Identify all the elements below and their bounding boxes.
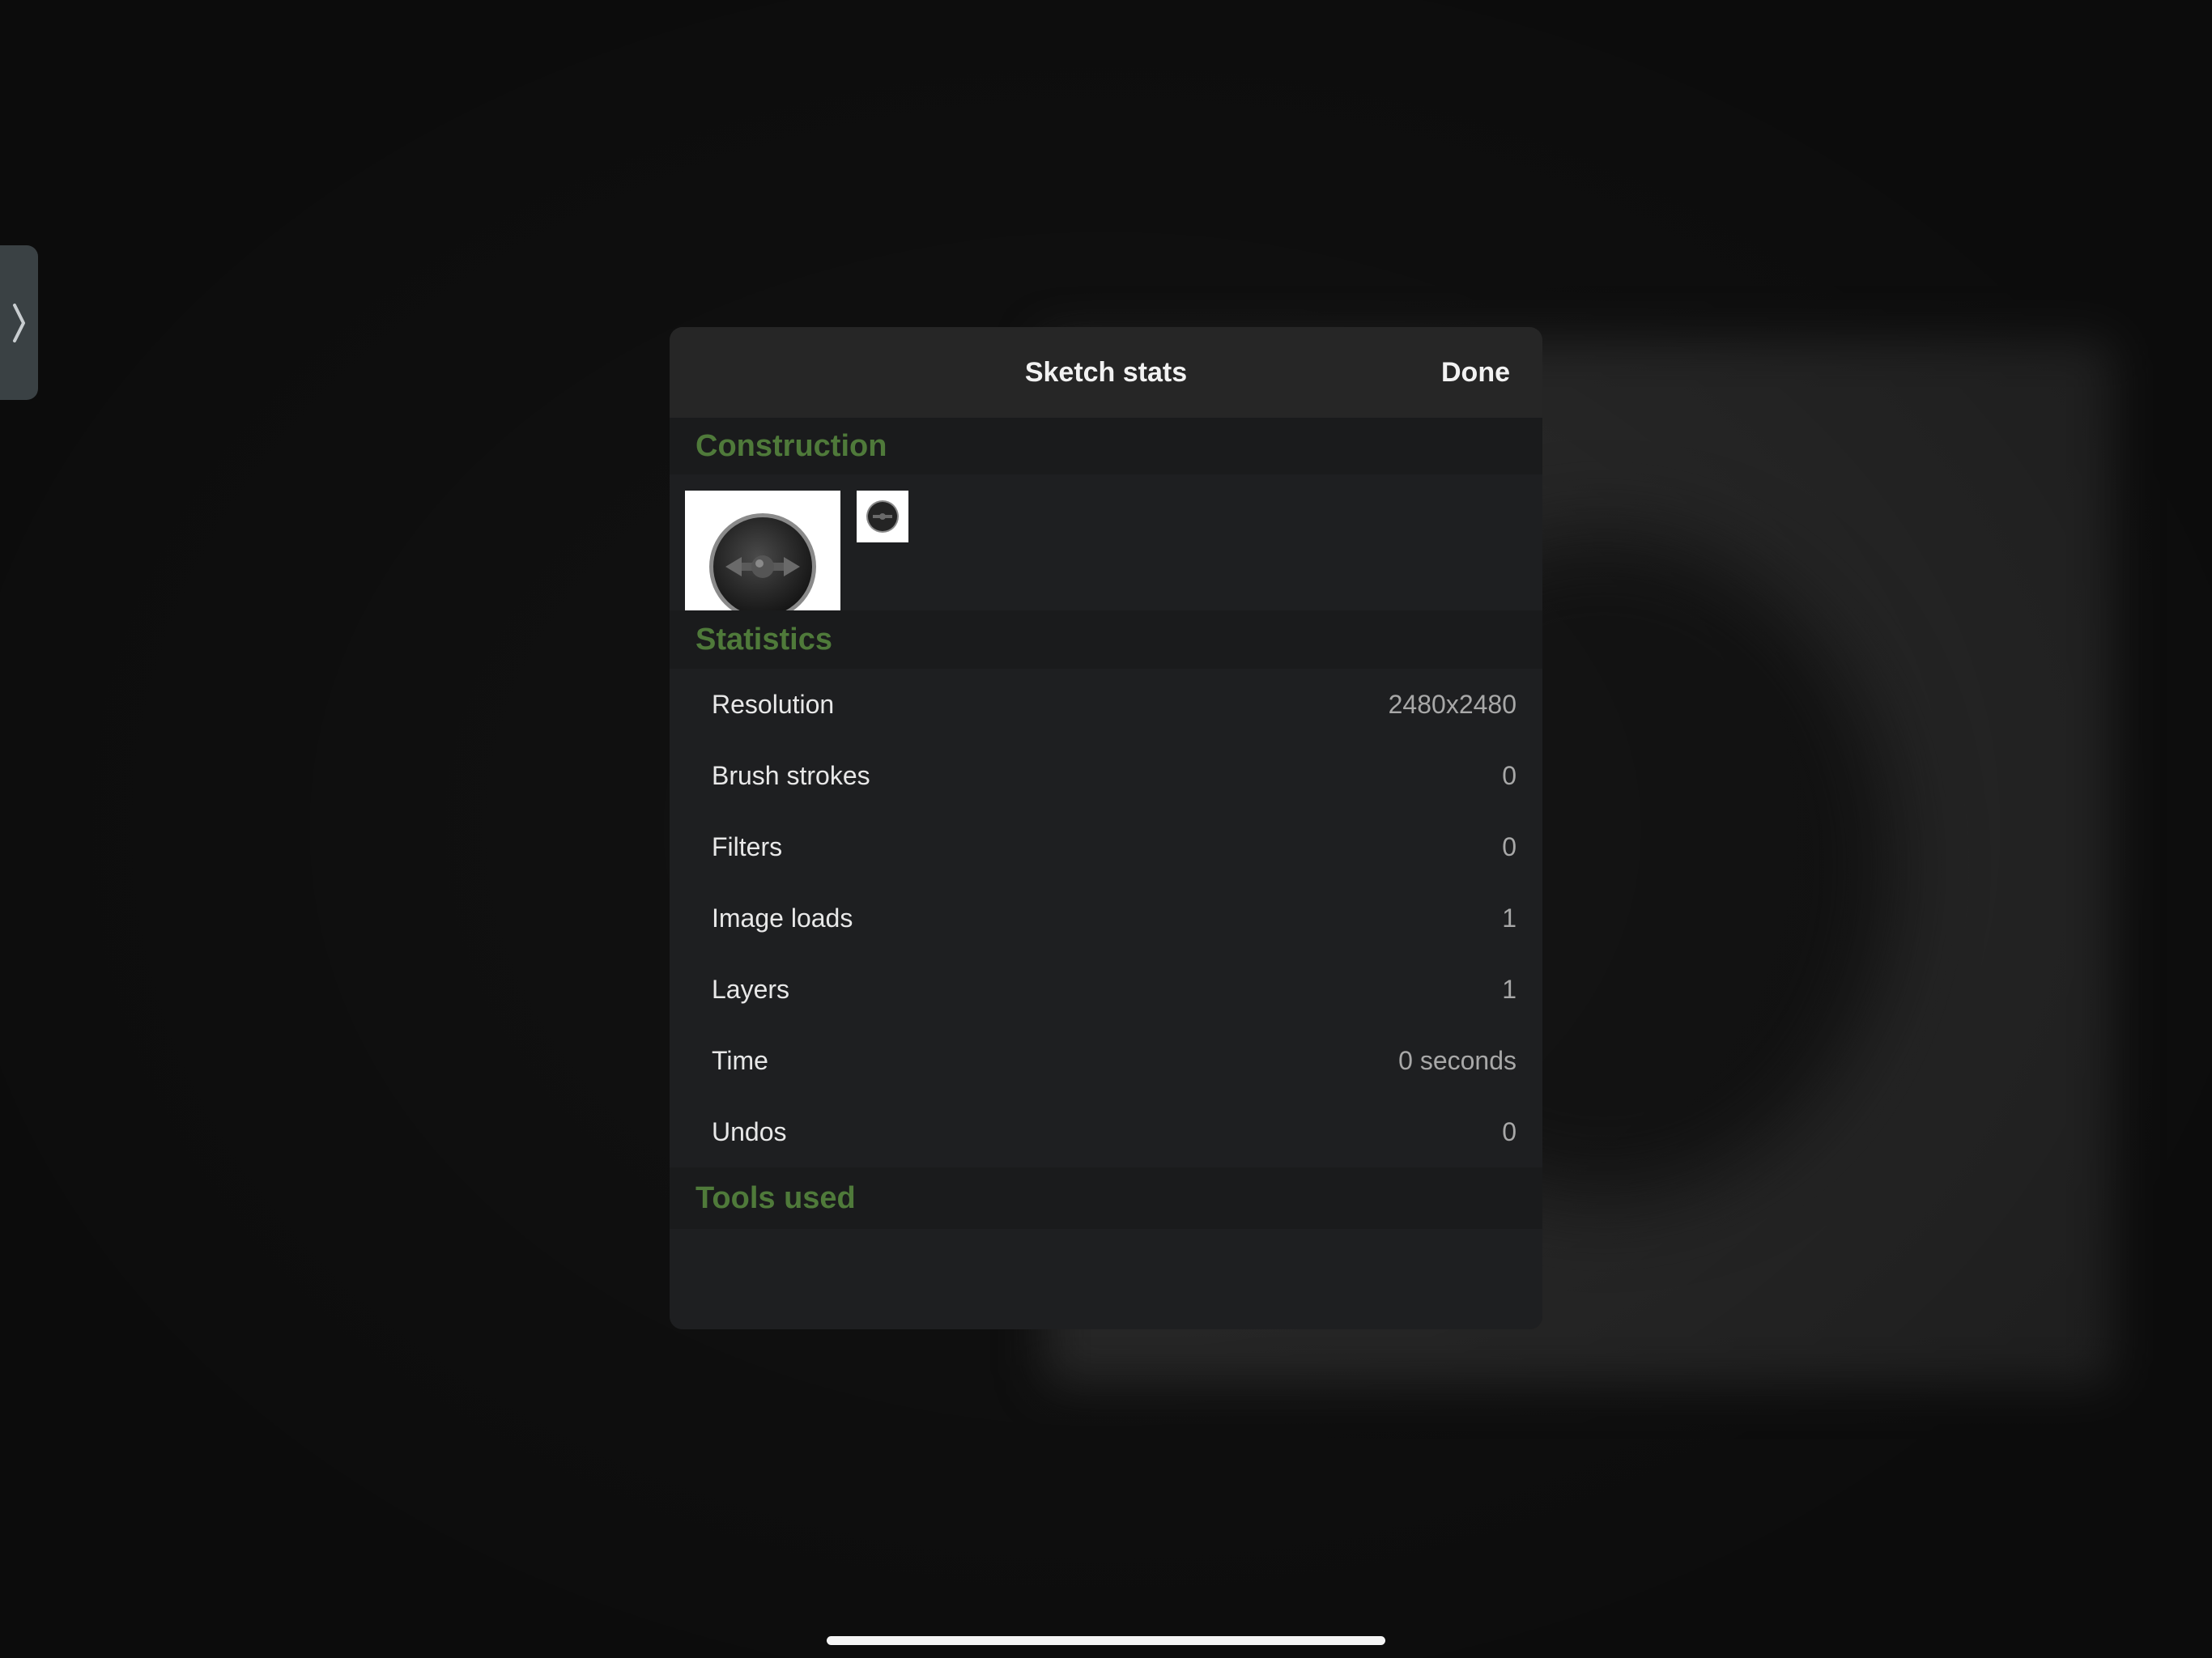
stat-label: Resolution	[712, 689, 835, 719]
tools-used-list	[670, 1229, 1542, 1329]
stat-row-resolution: Resolution 2480x2480	[670, 669, 1542, 740]
stat-row-filters: Filters 0	[670, 811, 1542, 882]
shield-image	[709, 513, 816, 610]
stat-label: Layers	[712, 974, 790, 1004]
section-heading-tools-used: Tools used	[670, 1167, 1542, 1229]
sketch-stats-dialog: Sketch stats Done Construction Statistic…	[670, 327, 1542, 1329]
chevron-right-icon	[12, 303, 25, 342]
shield-thumbnail-large[interactable]	[685, 491, 840, 610]
stat-value: 0	[1502, 1116, 1516, 1146]
stat-row-undos: Undos 0	[670, 1096, 1542, 1167]
stat-label: Image loads	[712, 903, 853, 933]
stat-row-image-loads: Image loads 1	[670, 882, 1542, 954]
stat-row-time: Time 0 seconds	[670, 1025, 1542, 1096]
stat-label: Filters	[712, 831, 783, 861]
section-heading-construction: Construction	[670, 418, 1542, 474]
stat-value: 1	[1502, 974, 1516, 1004]
stat-value: 0 seconds	[1398, 1045, 1516, 1075]
dialog-title: Sketch stats	[1024, 356, 1188, 388]
section-heading-statistics: Statistics	[670, 610, 1542, 669]
side-panel-toggle[interactable]	[0, 245, 38, 400]
stat-value: 1	[1502, 903, 1516, 933]
statistics-list: Resolution 2480x2480 Brush strokes 0 Fil…	[670, 669, 1542, 1167]
shield-thumbnail-small[interactable]	[857, 491, 908, 542]
dialog-header: Sketch stats Done	[670, 327, 1542, 418]
construction-thumbnails	[670, 474, 1542, 610]
app-screen: Sketch stats Done Construction Statistic…	[0, 0, 2212, 1658]
stat-value: 2480x2480	[1388, 689, 1516, 719]
done-button[interactable]: Done	[1441, 327, 1510, 418]
stat-row-brush-strokes: Brush strokes 0	[670, 740, 1542, 811]
stat-label: Undos	[712, 1116, 787, 1146]
stat-label: Time	[712, 1045, 768, 1075]
stat-value: 0	[1502, 831, 1516, 861]
stat-value: 0	[1502, 760, 1516, 790]
stat-row-layers: Layers 1	[670, 954, 1542, 1025]
stat-label: Brush strokes	[712, 760, 870, 790]
home-indicator[interactable]	[827, 1636, 1385, 1645]
shield-image-small	[866, 500, 899, 533]
